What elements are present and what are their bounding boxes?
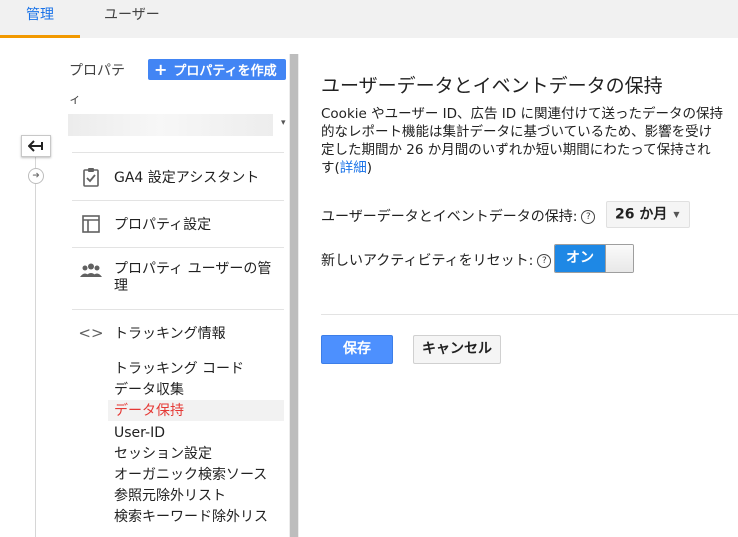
description-line: 的なレポート機能は集計データに基づいているため、影響を受け <box>321 124 713 140</box>
toggle-on-label: オン <box>555 245 605 272</box>
menu-item-ga4-setup-assistant[interactable]: GA4 設定アシスタント <box>72 152 284 200</box>
back-button[interactable] <box>21 135 51 157</box>
retention-setting-row: ユーザーデータとイベントデータの保持:? <box>321 206 596 226</box>
tab-admin[interactable]: 管理 <box>0 0 80 38</box>
sub-item-data-retention[interactable]: データ保持 <box>114 401 184 422</box>
sub-item-referral-exclusion-list[interactable]: 参照元除外リスト <box>114 486 226 507</box>
caret-down-icon: ▼ <box>673 210 680 219</box>
page-description: Cookie やユーザー ID、広告 ID に関連付けて送ったデータの保持 的な… <box>321 105 738 177</box>
menu-item-label: GA4 設定アシスタント <box>114 169 260 186</box>
menu-item-property-user-management[interactable]: プロパティ ユーザーの管理 <box>72 247 284 309</box>
sub-item-search-term-exclusion-list[interactable]: 検索キーワード除外リス <box>114 507 268 528</box>
sub-item-organic-search-sources[interactable]: オーガニック検索ソース <box>114 465 267 486</box>
learn-more-link[interactable]: 詳細 <box>340 160 367 176</box>
retention-period-dropdown[interactable]: 26 か月 ▼ <box>606 201 690 228</box>
plus-icon: + <box>154 60 168 79</box>
people-icon <box>78 261 104 279</box>
page-title: ユーザーデータとイベントデータの保持 <box>321 75 663 97</box>
retention-label: ユーザーデータとイベントデータの保持: <box>321 209 578 225</box>
menu-item-property-settings[interactable]: プロパティ設定 <box>72 200 284 247</box>
create-property-label: プロパティを作成 <box>173 64 277 79</box>
description-line: 定した期間か 26 か月間のいずれか短い期間にわたって保持され <box>321 142 711 158</box>
description-line: Cookie やユーザー ID、広告 ID に関連付けて送ったデータの保持 <box>321 106 723 122</box>
description-line: す(詳細) <box>321 160 373 176</box>
create-property-button[interactable]: + プロパティを作成 <box>148 59 286 80</box>
reset-activity-label: 新しいアクティビティをリセット: <box>321 253 534 269</box>
help-circle-icon[interactable]: ? <box>537 254 552 268</box>
property-selector[interactable] <box>68 114 273 136</box>
property-column-label: プロパテ <box>69 63 125 79</box>
sub-item-data-collection[interactable]: データ収集 <box>114 380 184 401</box>
clipboard-check-icon <box>78 167 104 187</box>
cancel-button[interactable]: キャンセル <box>413 335 501 364</box>
layout-icon <box>78 215 104 233</box>
left-panel-scrollbar-thumb[interactable] <box>290 54 298 537</box>
code-brackets-icon: <> <box>78 323 104 342</box>
tab-user[interactable]: ユーザー <box>104 0 164 38</box>
nav-rail-line <box>35 150 36 537</box>
help-circle-icon[interactable]: ? <box>581 210 596 224</box>
caret-down-icon[interactable]: ▾ <box>281 118 286 128</box>
arrow-right-circle-icon: ➜ <box>32 171 40 181</box>
toggle-knob[interactable] <box>605 245 633 272</box>
arrow-left-icon <box>27 137 44 156</box>
property-column-label-cont: ィ <box>69 92 82 106</box>
section-divider <box>321 314 738 315</box>
forward-button[interactable]: ➜ <box>28 168 44 184</box>
reset-activity-row: 新しいアクティビティをリセット:? <box>321 250 552 270</box>
sub-item-tracking-code[interactable]: トラッキング コード <box>114 359 244 380</box>
menu-item-tracking-info[interactable]: <> トラッキング情報 <box>72 309 284 355</box>
menu-item-label: トラッキング情報 <box>114 325 226 342</box>
description-tail: す <box>321 160 335 176</box>
retention-period-value: 26 か月 <box>615 206 668 223</box>
menu-item-label: プロパティ設定 <box>114 217 212 233</box>
data-retention-panel: ユーザーデータとイベントデータの保持 Cookie やユーザー ID、広告 ID… <box>299 38 738 537</box>
sub-item-session-settings[interactable]: セッション設定 <box>114 444 212 465</box>
sub-item-user-id[interactable]: User-ID <box>114 423 165 444</box>
menu-item-label: プロパティ ユーザーの管理 <box>114 261 272 294</box>
top-tab-bar: 管理 ユーザー <box>0 0 738 38</box>
save-button[interactable]: 保存 <box>321 335 393 364</box>
reset-activity-toggle[interactable]: オン <box>554 244 634 273</box>
